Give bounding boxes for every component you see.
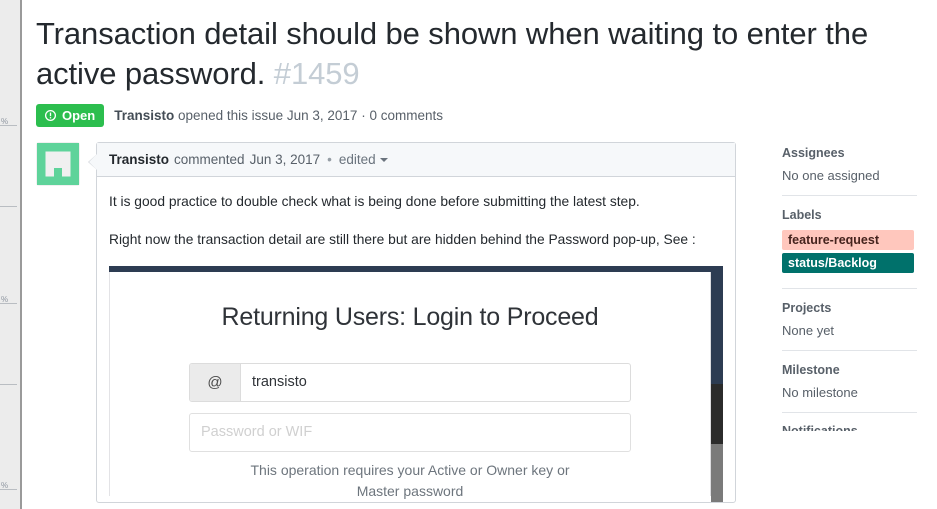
screenshot-login-form: @ transisto Password or WIF This operati… bbox=[189, 362, 631, 502]
screenshot-scrollbar[interactable] bbox=[711, 444, 723, 503]
comment-body: It is good practice to double check what… bbox=[97, 177, 735, 503]
issue-meta-text: Transisto opened this issue Jun 3, 2017 … bbox=[114, 108, 443, 123]
screenshot-bg-navy bbox=[711, 272, 723, 385]
screenshot-bg-dark bbox=[711, 384, 723, 445]
issue-body-split: Transisto commented Jun 3, 2017 • edited… bbox=[24, 142, 937, 504]
ruler-percent-mark-1: % bbox=[1, 117, 8, 126]
screenshot-username-input[interactable]: transisto bbox=[241, 364, 630, 401]
milestone-heading[interactable]: Milestone bbox=[782, 363, 917, 377]
at-sign-icon: @ bbox=[190, 363, 241, 401]
projects-heading[interactable]: Projects bbox=[782, 301, 917, 315]
sidebar-divider bbox=[782, 288, 917, 290]
issue-meta-row: Open Transisto opened this issue Jun 3, … bbox=[36, 104, 896, 128]
ruler-tick bbox=[0, 206, 17, 207]
ruler-percent-mark-3: % bbox=[1, 481, 8, 490]
sidebar-section-assignees: Assignees No one assigned bbox=[782, 146, 917, 195]
issue-sidebar: Assignees No one assigned Labels feature… bbox=[782, 142, 917, 503]
assignees-heading[interactable]: Assignees bbox=[782, 146, 917, 160]
comment-header: Transisto commented Jun 3, 2017 • edited bbox=[97, 143, 735, 178]
chevron-down-icon bbox=[379, 157, 388, 162]
sidebar-section-notifications[interactable]: Notifications bbox=[782, 425, 917, 431]
status-badge[interactable]: Open bbox=[36, 104, 105, 128]
issue-timeline: Transisto commented Jun 3, 2017 • edited… bbox=[36, 142, 736, 504]
screenshot-hint-text: This operation requires your Active or O… bbox=[189, 460, 631, 502]
issue-title-text: Transaction detail should be shown when … bbox=[36, 16, 869, 91]
issue-page: Transaction detail should be shown when … bbox=[24, 0, 937, 509]
labels-heading[interactable]: Labels bbox=[782, 208, 917, 222]
sidebar-divider bbox=[782, 412, 917, 414]
comment-box: Transisto commented Jun 3, 2017 • edited… bbox=[88, 142, 736, 504]
comment-action: commented bbox=[174, 152, 245, 168]
comment-edited-label: edited bbox=[338, 152, 376, 168]
issue-opened-icon bbox=[44, 110, 57, 122]
issue-comment-count: 0 comments bbox=[369, 108, 443, 124]
screenshot-heading: Returning Users: Login to Proceed bbox=[221, 303, 599, 332]
sidebar-section-labels: Labels feature-request status/Backlog bbox=[782, 208, 917, 288]
screenshot-password-input[interactable]: Password or WIF bbox=[189, 412, 631, 452]
screenshot-inner-page: Returning Users: Login to Proceed @ tran… bbox=[109, 272, 711, 499]
status-badge-label: Open bbox=[62, 108, 96, 124]
sidebar-section-projects: Projects None yet bbox=[782, 301, 917, 350]
comment-paragraph-1: It is good practice to double check what… bbox=[109, 194, 640, 210]
page-title: Transaction detail should be shown when … bbox=[36, 14, 896, 93]
comment-author[interactable]: Transisto bbox=[109, 152, 169, 167]
comment-separator: • bbox=[327, 152, 332, 168]
screenshot-hint-line2: password bbox=[403, 482, 464, 499]
left-ruler-strip: % % % bbox=[0, 0, 22, 509]
issue-author[interactable]: Transisto bbox=[114, 108, 174, 123]
comment-date: Jun 3, 2017 bbox=[249, 152, 321, 168]
issue-header: Transaction detail should be shown when … bbox=[24, 0, 896, 128]
comment-paragraph-2: Right now the transaction detail are sti… bbox=[109, 231, 696, 247]
label-status-backlog[interactable]: status/Backlog bbox=[782, 253, 914, 274]
issue-date: Jun 3, 2017 bbox=[286, 108, 358, 124]
issue-action: opened this issue bbox=[178, 108, 284, 124]
ruler-tick bbox=[0, 384, 17, 385]
assignees-value: No one assigned bbox=[782, 168, 880, 184]
screenshot-username-group[interactable]: @ transisto bbox=[189, 362, 631, 402]
sidebar-divider bbox=[782, 195, 917, 197]
projects-value: None yet bbox=[782, 323, 835, 339]
meta-separator: · bbox=[361, 108, 366, 124]
sidebar-divider bbox=[782, 350, 917, 352]
comment-row: Transisto commented Jun 3, 2017 • edited… bbox=[36, 142, 736, 504]
sidebar-section-milestone: Milestone No milestone bbox=[782, 363, 917, 412]
embedded-screenshot[interactable]: Returning Users: Login to Proceed @ tran… bbox=[109, 266, 723, 503]
comment-edited-dropdown[interactable]: edited bbox=[339, 152, 388, 167]
avatar[interactable] bbox=[36, 142, 80, 187]
ruler-percent-mark-2: % bbox=[1, 295, 8, 304]
identicon-avatar-icon bbox=[37, 143, 79, 186]
label-feature-request[interactable]: feature-request bbox=[782, 230, 914, 251]
issue-number: #1459 bbox=[273, 55, 360, 91]
milestone-value: No milestone bbox=[782, 385, 858, 401]
